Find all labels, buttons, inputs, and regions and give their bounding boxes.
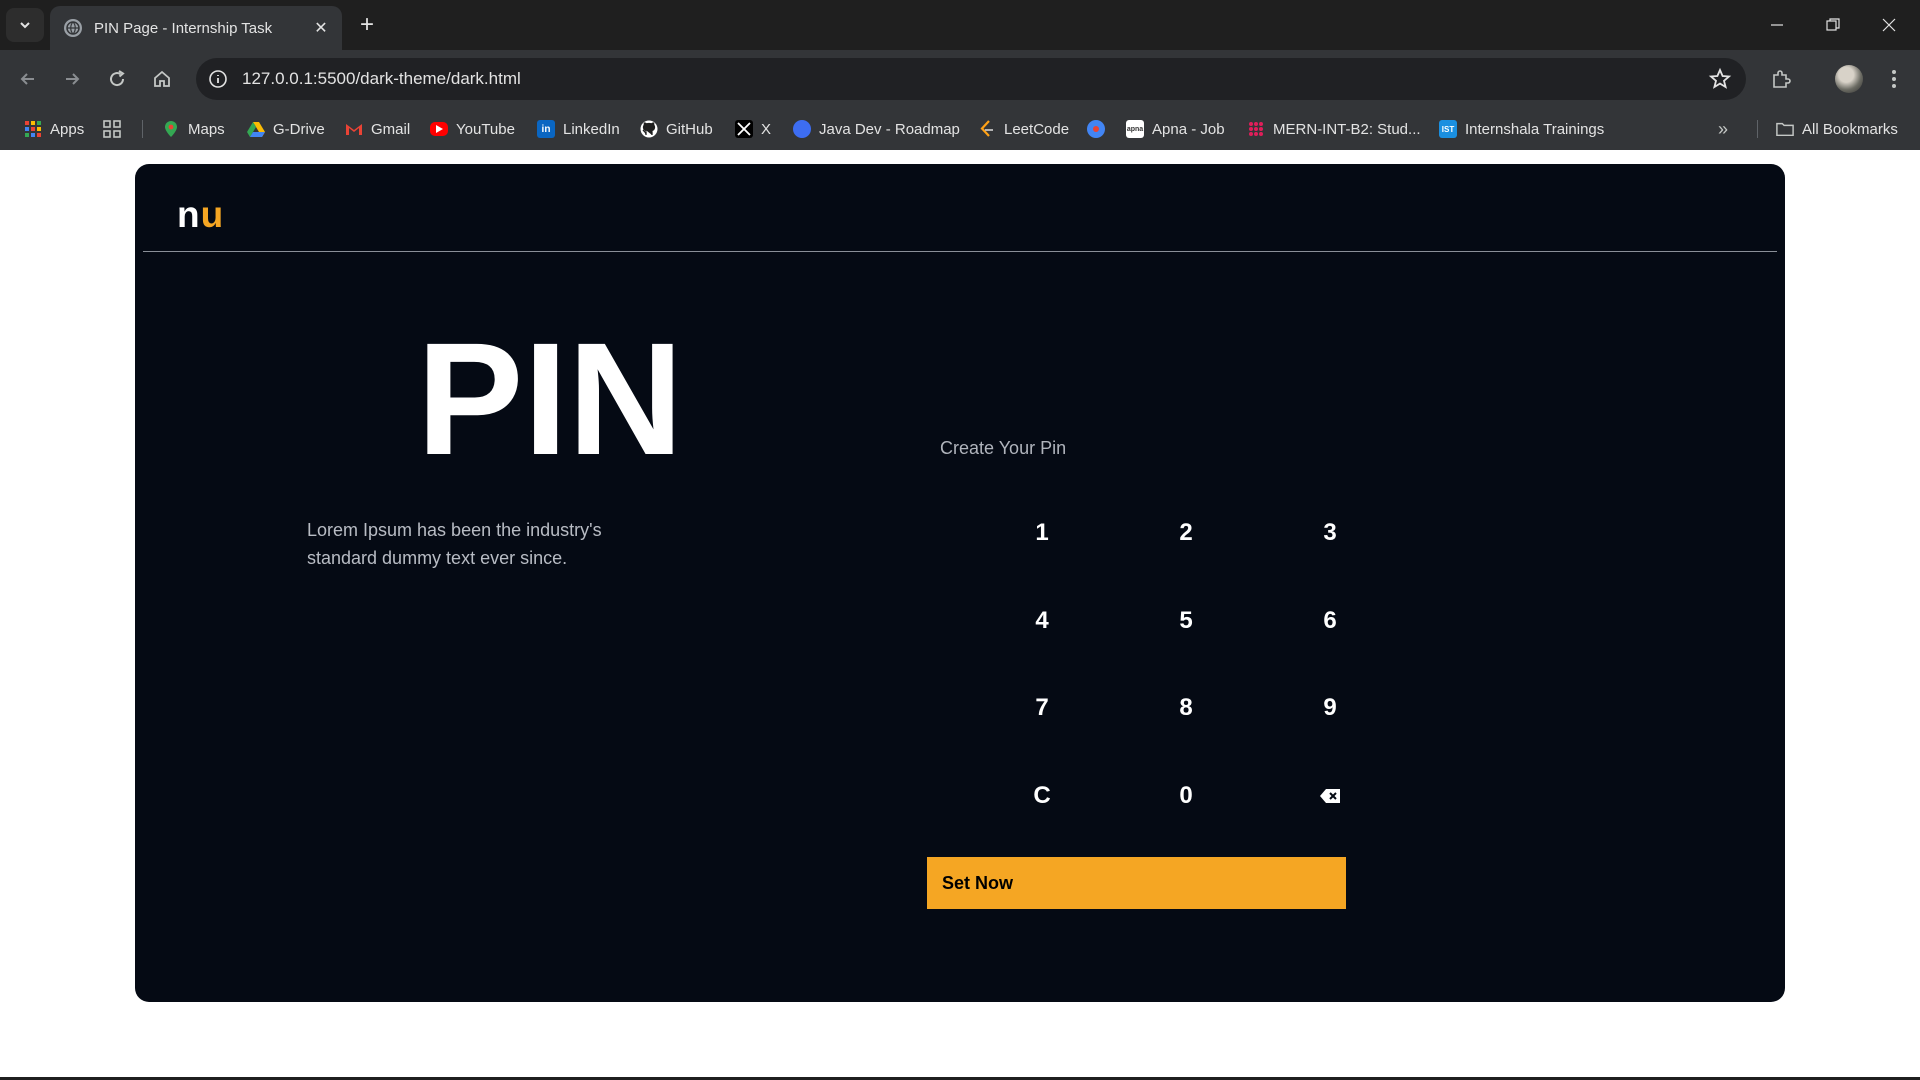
bookmark-label: Java Dev - Roadmap [819, 120, 960, 138]
bookmark-gdrive[interactable]: G-Drive [247, 108, 325, 150]
bookmark-apna-job[interactable]: apna Apna - Job [1126, 108, 1225, 150]
github-icon [640, 120, 658, 138]
set-now-button[interactable]: Set Now [927, 857, 1346, 909]
google-dev-icon [1087, 120, 1105, 138]
hero-title: PIN [416, 309, 684, 488]
linkedin-icon: in [537, 120, 555, 138]
more-menu-icon[interactable] [1876, 61, 1912, 97]
chat-bubble-icon [793, 120, 811, 138]
header-divider [143, 251, 1777, 252]
bookmark-star-icon[interactable] [1708, 67, 1732, 91]
all-bookmarks-button[interactable]: All Bookmarks [1776, 108, 1898, 150]
brand-logo[interactable]: nu [177, 194, 224, 236]
bookmark-label: GitHub [666, 120, 713, 138]
key-clear[interactable]: C [992, 766, 1092, 826]
x-icon [735, 120, 753, 138]
bookmark-separator [142, 120, 143, 138]
logo-accent-letter: u [200, 194, 225, 235]
bookmark-maps[interactable]: Maps [162, 108, 225, 150]
bookmark-label: LinkedIn [563, 120, 620, 138]
folder-icon [1776, 120, 1794, 138]
bookmark-label: MERN-INT-B2: Stud... [1273, 120, 1421, 138]
key-2[interactable]: 2 [1136, 503, 1236, 563]
gmail-icon [345, 120, 363, 138]
youtube-icon [430, 122, 448, 136]
logo-first-letter: n [177, 194, 201, 235]
key-backspace[interactable] [1280, 766, 1380, 826]
maps-icon [162, 120, 180, 138]
close-window-icon[interactable] [1862, 0, 1916, 50]
drive-icon [247, 120, 265, 138]
active-tab[interactable]: PIN Page - Internship Task ✕ [50, 6, 342, 50]
browser-toolbar: 127.0.0.1:5500/dark-theme/dark.html [0, 50, 1920, 108]
home-icon[interactable] [144, 61, 180, 97]
leetcode-icon [978, 120, 996, 138]
bookmark-label: G-Drive [273, 120, 325, 138]
key-4[interactable]: 4 [992, 591, 1092, 651]
bookmark-label: LeetCode [1004, 120, 1070, 138]
url-text[interactable]: 127.0.0.1:5500/dark-theme/dark.html [242, 69, 521, 89]
bookmark-apps[interactable]: Apps [24, 108, 84, 150]
bookmark-mern-int[interactable]: MERN-INT-B2: Stud... [1247, 108, 1421, 150]
tab-groups-icon [103, 120, 121, 138]
tab-title: PIN Page - Internship Task [94, 19, 273, 37]
restore-icon[interactable] [1806, 0, 1860, 50]
tab-search-button[interactable] [6, 8, 44, 42]
bookmark-linkedin[interactable]: in LinkedIn [537, 108, 620, 150]
key-0[interactable]: 0 [1136, 766, 1236, 826]
site-info-icon[interactable] [204, 65, 232, 93]
address-bar[interactable]: 127.0.0.1:5500/dark-theme/dark.html [196, 58, 1746, 100]
bookmark-label: X [761, 120, 772, 138]
hero-description: Lorem Ipsum has been the industry's stan… [307, 520, 602, 568]
create-pin-label: Create Your Pin [940, 438, 1067, 458]
backspace-icon [1320, 789, 1340, 803]
back-icon[interactable] [10, 61, 46, 97]
key-3[interactable]: 3 [1280, 503, 1380, 563]
tab-groups-button[interactable] [103, 108, 129, 150]
internshala-icon: IST [1439, 120, 1457, 138]
globe-icon [64, 19, 82, 37]
bookmark-java-dev-roadmap[interactable]: Java Dev - Roadmap [793, 108, 960, 150]
slack-icon [1247, 120, 1265, 138]
bookmark-youtube[interactable]: YouTube [430, 108, 515, 150]
new-tab-button[interactable]: + [352, 10, 382, 40]
close-tab-icon[interactable]: ✕ [310, 17, 332, 39]
pin-card: nu PIN Lorem Ipsum has been the industry… [135, 164, 1785, 1002]
profile-avatar[interactable] [1835, 65, 1863, 93]
bookmark-label: Maps [188, 120, 225, 138]
tab-strip: PIN Page - Internship Task ✕ + [0, 0, 1920, 50]
minimize-icon[interactable] [1750, 0, 1804, 50]
bookmarks-bar: Apps Maps G-Drive Gmail YouTube in Linke… [0, 108, 1920, 150]
key-5[interactable]: 5 [1136, 591, 1236, 651]
bookmark-label: Apna - Job [1152, 120, 1225, 138]
bookmark-label: YouTube [456, 120, 515, 138]
all-bookmarks-label: All Bookmarks [1802, 120, 1898, 138]
extensions-icon[interactable] [1763, 61, 1799, 97]
bookmark-internshala-trainings[interactable]: IST Internshala Trainings [1439, 108, 1604, 150]
key-1[interactable]: 1 [992, 503, 1092, 563]
bookmark-label: Gmail [371, 120, 411, 138]
bookmark-gmail[interactable]: Gmail [345, 108, 410, 150]
apna-icon: apna [1126, 120, 1144, 138]
more-bookmarks-button[interactable]: » [1718, 108, 1728, 150]
bookmark-x[interactable]: X [735, 108, 771, 150]
key-7[interactable]: 7 [992, 678, 1092, 738]
key-6[interactable]: 6 [1280, 591, 1380, 651]
bookmark-label: Apps [50, 120, 85, 138]
chevron-down-icon [20, 22, 30, 29]
bookmark-separator [1757, 120, 1758, 138]
double-chevron-right-icon: » [1718, 118, 1729, 139]
bookmark-github[interactable]: GitHub [640, 108, 713, 150]
forward-icon[interactable] [54, 61, 90, 97]
apps-grid-icon [24, 120, 42, 138]
bookmark-leetcode[interactable]: LeetCode [978, 108, 1069, 150]
reload-icon[interactable] [99, 61, 135, 97]
bookmark-unnamed[interactable] [1087, 108, 1113, 150]
key-8[interactable]: 8 [1136, 678, 1236, 738]
bookmark-label: Internshala Trainings [1465, 120, 1605, 138]
key-9[interactable]: 9 [1280, 678, 1380, 738]
